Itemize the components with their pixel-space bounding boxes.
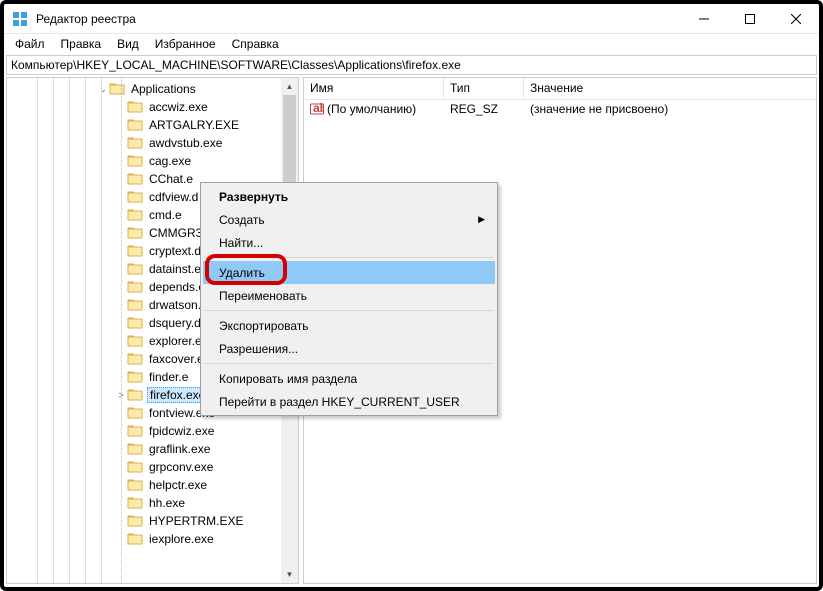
tree-item[interactable]: ARTGALRY.EXE (7, 116, 298, 134)
tree-item[interactable]: awdvstub.exe (7, 134, 298, 152)
col-name[interactable]: Имя (304, 78, 444, 99)
collapse-icon[interactable]: ⌄ (97, 84, 109, 95)
tree-item[interactable]: grpconv.exe (7, 458, 298, 476)
tree-item[interactable]: accwiz.exe (7, 98, 298, 116)
cm-export[interactable]: Экспортировать (203, 314, 495, 337)
menu-help[interactable]: Справка (225, 36, 286, 52)
cm-rename[interactable]: Переименовать (203, 284, 495, 307)
tree-item[interactable]: fpidcwiz.exe (7, 422, 298, 440)
string-value-icon: ab (310, 102, 324, 116)
tree-label: cmd.e (147, 208, 184, 222)
app-icon (12, 11, 28, 27)
tree-label: cryptext.d (147, 244, 203, 258)
tree-item[interactable]: HYPERTRM.EXE (7, 512, 298, 530)
address-bar[interactable]: Компьютер\HKEY_LOCAL_MACHINE\SOFTWARE\Cl… (6, 55, 817, 75)
tree-label: depends.e (147, 280, 207, 294)
tree-label: fpidcwiz.exe (147, 424, 216, 438)
tree-item[interactable]: iexplore.exe (7, 530, 298, 548)
tree-item[interactable]: hh.exe (7, 494, 298, 512)
titlebar: Редактор реестра (4, 4, 819, 34)
cm-permissions[interactable]: Разрешения... (203, 337, 495, 360)
list-header: Имя Тип Значение (304, 78, 816, 100)
tree-item[interactable]: cag.exe (7, 152, 298, 170)
separator (204, 257, 494, 258)
tree-label: explorer.e (147, 334, 204, 348)
tree-label: Applications (129, 82, 198, 96)
cm-delete[interactable]: Удалить (203, 261, 495, 284)
col-type[interactable]: Тип (444, 78, 524, 99)
scroll-down-button[interactable]: ▼ (281, 566, 298, 583)
value-data: (значение не присвоено) (530, 102, 668, 116)
tree-label: dsquery.d (147, 316, 203, 330)
scroll-thumb[interactable] (283, 95, 296, 185)
menu-favorites[interactable]: Избранное (148, 36, 223, 52)
tree-label: graflink.exe (147, 442, 212, 456)
menubar: Файл Правка Вид Избранное Справка (4, 34, 819, 54)
tree-label: datainst.e (147, 262, 203, 276)
tree-label: faxcover.e (147, 352, 206, 366)
maximize-button[interactable] (727, 4, 773, 34)
tree-label: hh.exe (147, 496, 187, 510)
minimize-button[interactable] (681, 4, 727, 34)
chevron-right-icon: ▶ (478, 214, 485, 225)
tree-label: helpctr.exe (147, 478, 209, 492)
tree-label: cdfview.d (147, 190, 200, 204)
tree-item-parent[interactable]: ⌄ Applications (7, 80, 298, 98)
tree-label: iexplore.exe (147, 532, 216, 546)
tree-label: finder.e (147, 370, 190, 384)
tree-label: CChat.e (147, 172, 195, 186)
context-menu: Развернуть Создать▶ Найти... Удалить Пер… (200, 182, 498, 416)
tree-label: cag.exe (147, 154, 193, 168)
cm-find[interactable]: Найти... (203, 231, 495, 254)
menu-view[interactable]: Вид (110, 36, 146, 52)
scroll-up-button[interactable]: ▲ (281, 78, 298, 95)
menu-edit[interactable]: Правка (54, 36, 109, 52)
list-item[interactable]: ab (По умолчанию) REG_SZ (значение не пр… (304, 100, 816, 118)
cm-copy-name[interactable]: Копировать имя раздела (203, 367, 495, 390)
tree-item[interactable]: helpctr.exe (7, 476, 298, 494)
separator (204, 310, 494, 311)
tree-item[interactable]: graflink.exe (7, 440, 298, 458)
svg-text:ab: ab (313, 102, 324, 115)
col-value[interactable]: Значение (524, 78, 816, 99)
cm-goto[interactable]: Перейти в раздел HKEY_CURRENT_USER (203, 390, 495, 413)
tree-label: awdvstub.exe (147, 136, 224, 150)
tree-label: HYPERTRM.EXE (147, 514, 245, 528)
separator (204, 363, 494, 364)
menu-file[interactable]: Файл (8, 36, 52, 52)
tree-label: grpconv.exe (147, 460, 215, 474)
address-text: Компьютер\HKEY_LOCAL_MACHINE\SOFTWARE\Cl… (11, 58, 461, 72)
tree-label: accwiz.exe (147, 100, 210, 114)
tree-label: ARTGALRY.EXE (147, 118, 241, 132)
cm-create[interactable]: Создать▶ (203, 208, 495, 231)
close-button[interactable] (773, 4, 819, 34)
value-type: REG_SZ (450, 102, 498, 116)
window-title: Редактор реестра (36, 12, 681, 26)
cm-expand[interactable]: Развернуть (203, 185, 495, 208)
value-name: (По умолчанию) (327, 102, 416, 116)
registry-editor-window: Редактор реестра Файл Правка Вид Избранн… (0, 0, 823, 591)
